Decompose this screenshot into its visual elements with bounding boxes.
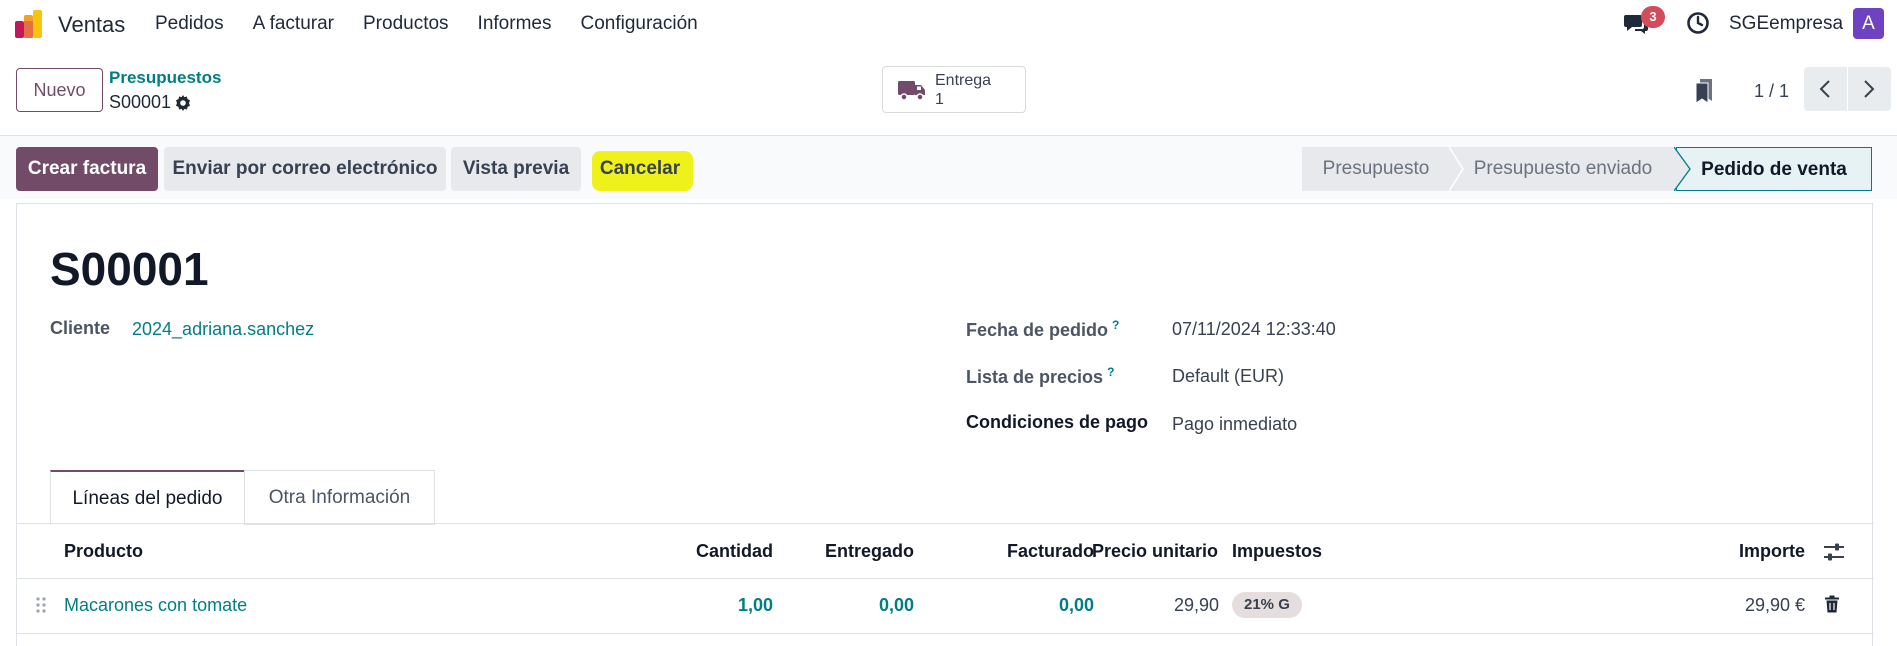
app-name[interactable]: Ventas xyxy=(58,12,125,38)
table-row-divider xyxy=(17,633,1874,634)
help-tooltip-icon[interactable]: ? xyxy=(1107,365,1114,379)
optional-columns-toggle-icon[interactable] xyxy=(1823,542,1845,562)
line-delivered[interactable]: 0,00 xyxy=(787,595,914,616)
pager-previous-button[interactable] xyxy=(1804,67,1847,111)
column-header-taxes[interactable]: Impuestos xyxy=(1232,541,1322,562)
main-menu: Pedidos A facturar Productos Informes Co… xyxy=(155,13,727,35)
order-name: S00001 xyxy=(50,243,209,295)
line-invoiced[interactable]: 0,00 xyxy=(977,595,1094,616)
message-count-badge: 3 xyxy=(1641,6,1665,28)
send-email-button[interactable]: Enviar por correo electrónico xyxy=(164,147,446,191)
control-panel: Nuevo Presupuestos S00001 Entrega 1 1 / … xyxy=(0,48,1897,136)
stage-separator-chevron xyxy=(1449,147,1464,191)
delivery-smart-button[interactable]: Entrega 1 xyxy=(882,66,1026,113)
column-header-unit-price[interactable]: Precio unitario xyxy=(1092,541,1218,562)
tab-divider xyxy=(17,523,1874,524)
menu-item-pedidos[interactable]: Pedidos xyxy=(155,13,224,35)
order-date-value[interactable]: 07/11/2024 12:33:40 xyxy=(1172,319,1336,340)
status-bar: Crear factura Enviar por correo electrón… xyxy=(0,136,1897,199)
stage-presupuesto[interactable]: Presupuesto xyxy=(1302,147,1450,191)
stage-presupuesto-enviado[interactable]: Presupuesto enviado xyxy=(1450,147,1676,191)
cancel-button[interactable]: Cancelar xyxy=(588,147,692,191)
order-date-label: Fecha de pedido? xyxy=(966,318,1120,340)
smart-button-count: 1 xyxy=(935,91,944,108)
stage-pedido-de-venta[interactable]: Pedido de venta xyxy=(1676,147,1872,191)
sales-app-icon[interactable] xyxy=(14,9,44,39)
tab-other-info[interactable]: Otra Información xyxy=(244,470,435,525)
payment-terms-value[interactable]: Pago inmediato xyxy=(1172,414,1297,435)
chevron-right-icon xyxy=(1864,80,1875,98)
breadcrumb-current: S00001 xyxy=(109,92,172,112)
breadcrumb-parent-link[interactable]: Presupuestos xyxy=(109,68,221,88)
menu-item-informes[interactable]: Informes xyxy=(478,13,552,35)
column-header-delivered[interactable]: Entregado xyxy=(787,541,914,562)
payment-terms-label: Condiciones de pago xyxy=(966,412,1149,432)
line-amount: 29,90 € xyxy=(1744,595,1805,615)
trash-icon[interactable] xyxy=(1824,595,1840,613)
top-navbar: Ventas Pedidos A facturar Productos Info… xyxy=(0,0,1897,48)
column-header-amount[interactable]: Importe xyxy=(1677,541,1805,562)
line-unit-price[interactable]: 29,90 xyxy=(1107,595,1219,616)
truck-icon xyxy=(898,81,925,101)
attachment-bookmark-icon[interactable] xyxy=(1694,78,1714,104)
smart-button-label: Entrega xyxy=(935,72,992,89)
menu-item-a-facturar[interactable]: A facturar xyxy=(253,13,334,35)
menu-item-productos[interactable]: Productos xyxy=(363,13,449,35)
stage-separator-chevron xyxy=(1674,147,1691,191)
drag-handle-icon[interactable] xyxy=(35,596,47,614)
customer-label: Cliente xyxy=(50,318,111,338)
menu-item-configuracion[interactable]: Configuración xyxy=(580,13,697,35)
pricelist-label: Lista de precios? xyxy=(966,365,1115,387)
tab-order-lines[interactable]: Líneas del pedido xyxy=(50,470,245,525)
form-sheet: S00001 Cliente 2024_adriana.sanchez Fech… xyxy=(16,203,1874,646)
pricelist-value[interactable]: Default (EUR) xyxy=(1172,366,1284,387)
help-tooltip-icon[interactable]: ? xyxy=(1112,318,1119,332)
pager-next-button[interactable] xyxy=(1848,67,1891,111)
line-product[interactable]: Macarones con tomate xyxy=(64,595,247,616)
column-header-invoiced[interactable]: Facturado xyxy=(977,541,1094,562)
company-switcher[interactable]: SGEempresa xyxy=(1729,13,1843,35)
user-avatar[interactable]: A xyxy=(1853,8,1884,39)
tax-badge[interactable]: 21% G xyxy=(1232,592,1302,618)
gear-icon[interactable] xyxy=(174,94,192,112)
create-invoice-button[interactable]: Crear factura xyxy=(16,147,158,191)
pager-value: 1 / 1 xyxy=(1754,81,1790,101)
chevron-left-icon xyxy=(1819,80,1830,98)
line-quantity[interactable]: 1,00 xyxy=(657,595,773,616)
new-button[interactable]: Nuevo xyxy=(16,68,103,112)
customer-link[interactable]: 2024_adriana.sanchez xyxy=(132,319,314,340)
column-header-quantity[interactable]: Cantidad xyxy=(657,541,773,562)
preview-button[interactable]: Vista previa xyxy=(451,147,581,191)
activity-clock-icon[interactable] xyxy=(1686,11,1710,35)
column-header-product[interactable]: Producto xyxy=(64,541,143,562)
table-header-divider xyxy=(17,578,1874,579)
cancel-button-label: Cancelar xyxy=(599,158,681,179)
